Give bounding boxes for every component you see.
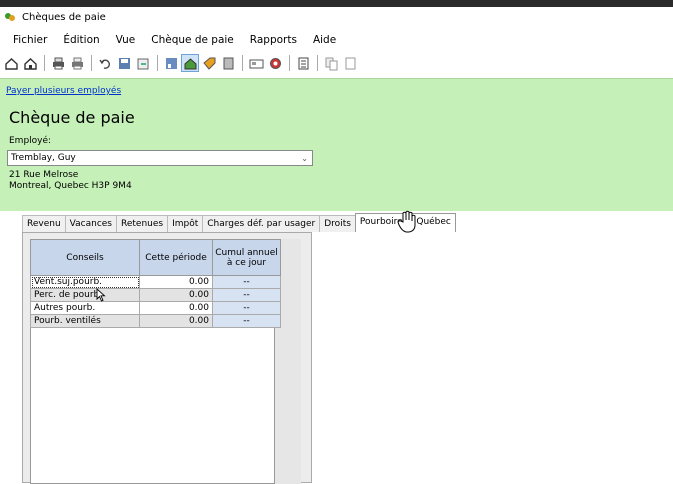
col-conseils[interactable]: Conseils [30, 239, 140, 276]
pay-multiple-employees-link[interactable]: Payer plusieurs employés [6, 86, 121, 96]
row-label[interactable]: Pourb. ventilés [30, 314, 140, 328]
gear-icon[interactable] [266, 54, 284, 72]
menu-cheque-de-paie[interactable]: Chèque de paie [143, 34, 242, 46]
tab-droits[interactable]: Droits [319, 215, 356, 232]
home-active-icon[interactable] [181, 54, 199, 72]
title-bar: Chèques de paie [0, 7, 673, 27]
tab-charges[interactable]: Charges déf. par usager [202, 215, 321, 232]
col-cette-periode[interactable]: Cette période [139, 239, 213, 276]
row-cumul: -- [212, 288, 281, 302]
employee-label: Employé: [9, 136, 52, 146]
toolbar [0, 52, 673, 74]
page-title: Chèque de paie [9, 108, 135, 127]
menu-edition[interactable]: Édition [55, 34, 107, 46]
tab-vacances[interactable]: Vacances [64, 215, 117, 232]
app-icon [5, 13, 15, 21]
col-cumul-annuel[interactable]: Cumul annuel à ce jour [212, 239, 281, 276]
row-value[interactable]: 0.00 [139, 275, 213, 289]
header-panel [0, 78, 673, 211]
menu-fichier[interactable]: Fichier [0, 34, 55, 46]
copy-icon[interactable] [322, 54, 340, 72]
toolbar-separator [317, 55, 318, 71]
menu-rapports[interactable]: Rapports [242, 34, 305, 46]
dashboard-icon[interactable] [162, 54, 180, 72]
employee-select[interactable]: Tremblay, Guy ⌄ [7, 150, 313, 166]
table-row[interactable]: Vent.suj.pourb. 0.00 -- [30, 275, 281, 289]
tab-impot[interactable]: Impôt [167, 215, 204, 232]
toolbar-separator [91, 55, 92, 71]
row-label[interactable]: Perc. de pourb. [30, 288, 140, 302]
chevron-down-icon[interactable]: ⌄ [301, 154, 308, 163]
tab-retenues[interactable]: Retenues [116, 215, 169, 232]
house-icon[interactable] [21, 54, 39, 72]
arrow-cursor-icon [96, 288, 106, 302]
toolbar-separator [289, 55, 290, 71]
address-line-1: 21 Rue Melrose [9, 170, 79, 180]
tab-bar: Revenu Vacances Retenues Impôt Charges d… [22, 213, 456, 232]
save-icon[interactable] [115, 54, 133, 72]
row-value[interactable]: 0.00 [139, 314, 213, 328]
hand-cursor-icon [397, 210, 416, 233]
toolbar-separator [157, 55, 158, 71]
tips-grid: Conseils Cette période Cumul annuel à ce… [30, 239, 281, 328]
row-value[interactable]: 0.00 [139, 301, 213, 315]
employee-select-value: Tremblay, Guy [11, 153, 76, 163]
window-title: Chèques de paie [22, 11, 106, 23]
row-cumul: -- [212, 301, 281, 315]
list-icon[interactable] [294, 54, 312, 72]
print-icon[interactable] [49, 54, 67, 72]
card-icon[interactable] [247, 54, 265, 72]
tab-revenu[interactable]: Revenu [22, 215, 66, 232]
row-label[interactable]: Vent.suj.pourb. [30, 275, 140, 289]
table-row[interactable]: Pourb. ventilés 0.00 -- [30, 314, 281, 328]
window-top-border [0, 0, 673, 7]
tag-icon[interactable] [200, 54, 218, 72]
toolbar-separator [44, 55, 45, 71]
row-value[interactable]: 0.00 [139, 288, 213, 302]
table-row[interactable]: Perc. de pourb. 0.00 -- [30, 288, 281, 302]
row-label[interactable]: Autres pourb. [30, 301, 140, 315]
undo-icon[interactable] [96, 54, 114, 72]
menu-vue[interactable]: Vue [108, 34, 144, 46]
toolbar-separator [242, 55, 243, 71]
print-preview-icon[interactable] [68, 54, 86, 72]
tab-content-panel: Conseils Cette période Cumul annuel à ce… [22, 232, 312, 484]
export-icon[interactable] [134, 54, 152, 72]
menu-aide[interactable]: Aide [305, 34, 344, 46]
row-cumul: -- [212, 275, 281, 289]
calculator-icon[interactable] [219, 54, 237, 72]
home-icon[interactable] [2, 54, 20, 72]
table-row[interactable]: Autres pourb. 0.00 -- [30, 301, 281, 315]
menu-bar: Fichier Édition Vue Chèque de paie Rappo… [0, 30, 673, 50]
row-cumul: -- [212, 314, 281, 328]
page-icon[interactable] [341, 54, 359, 72]
address-line-2: Montreal, Quebec H3P 9M4 [9, 181, 132, 191]
